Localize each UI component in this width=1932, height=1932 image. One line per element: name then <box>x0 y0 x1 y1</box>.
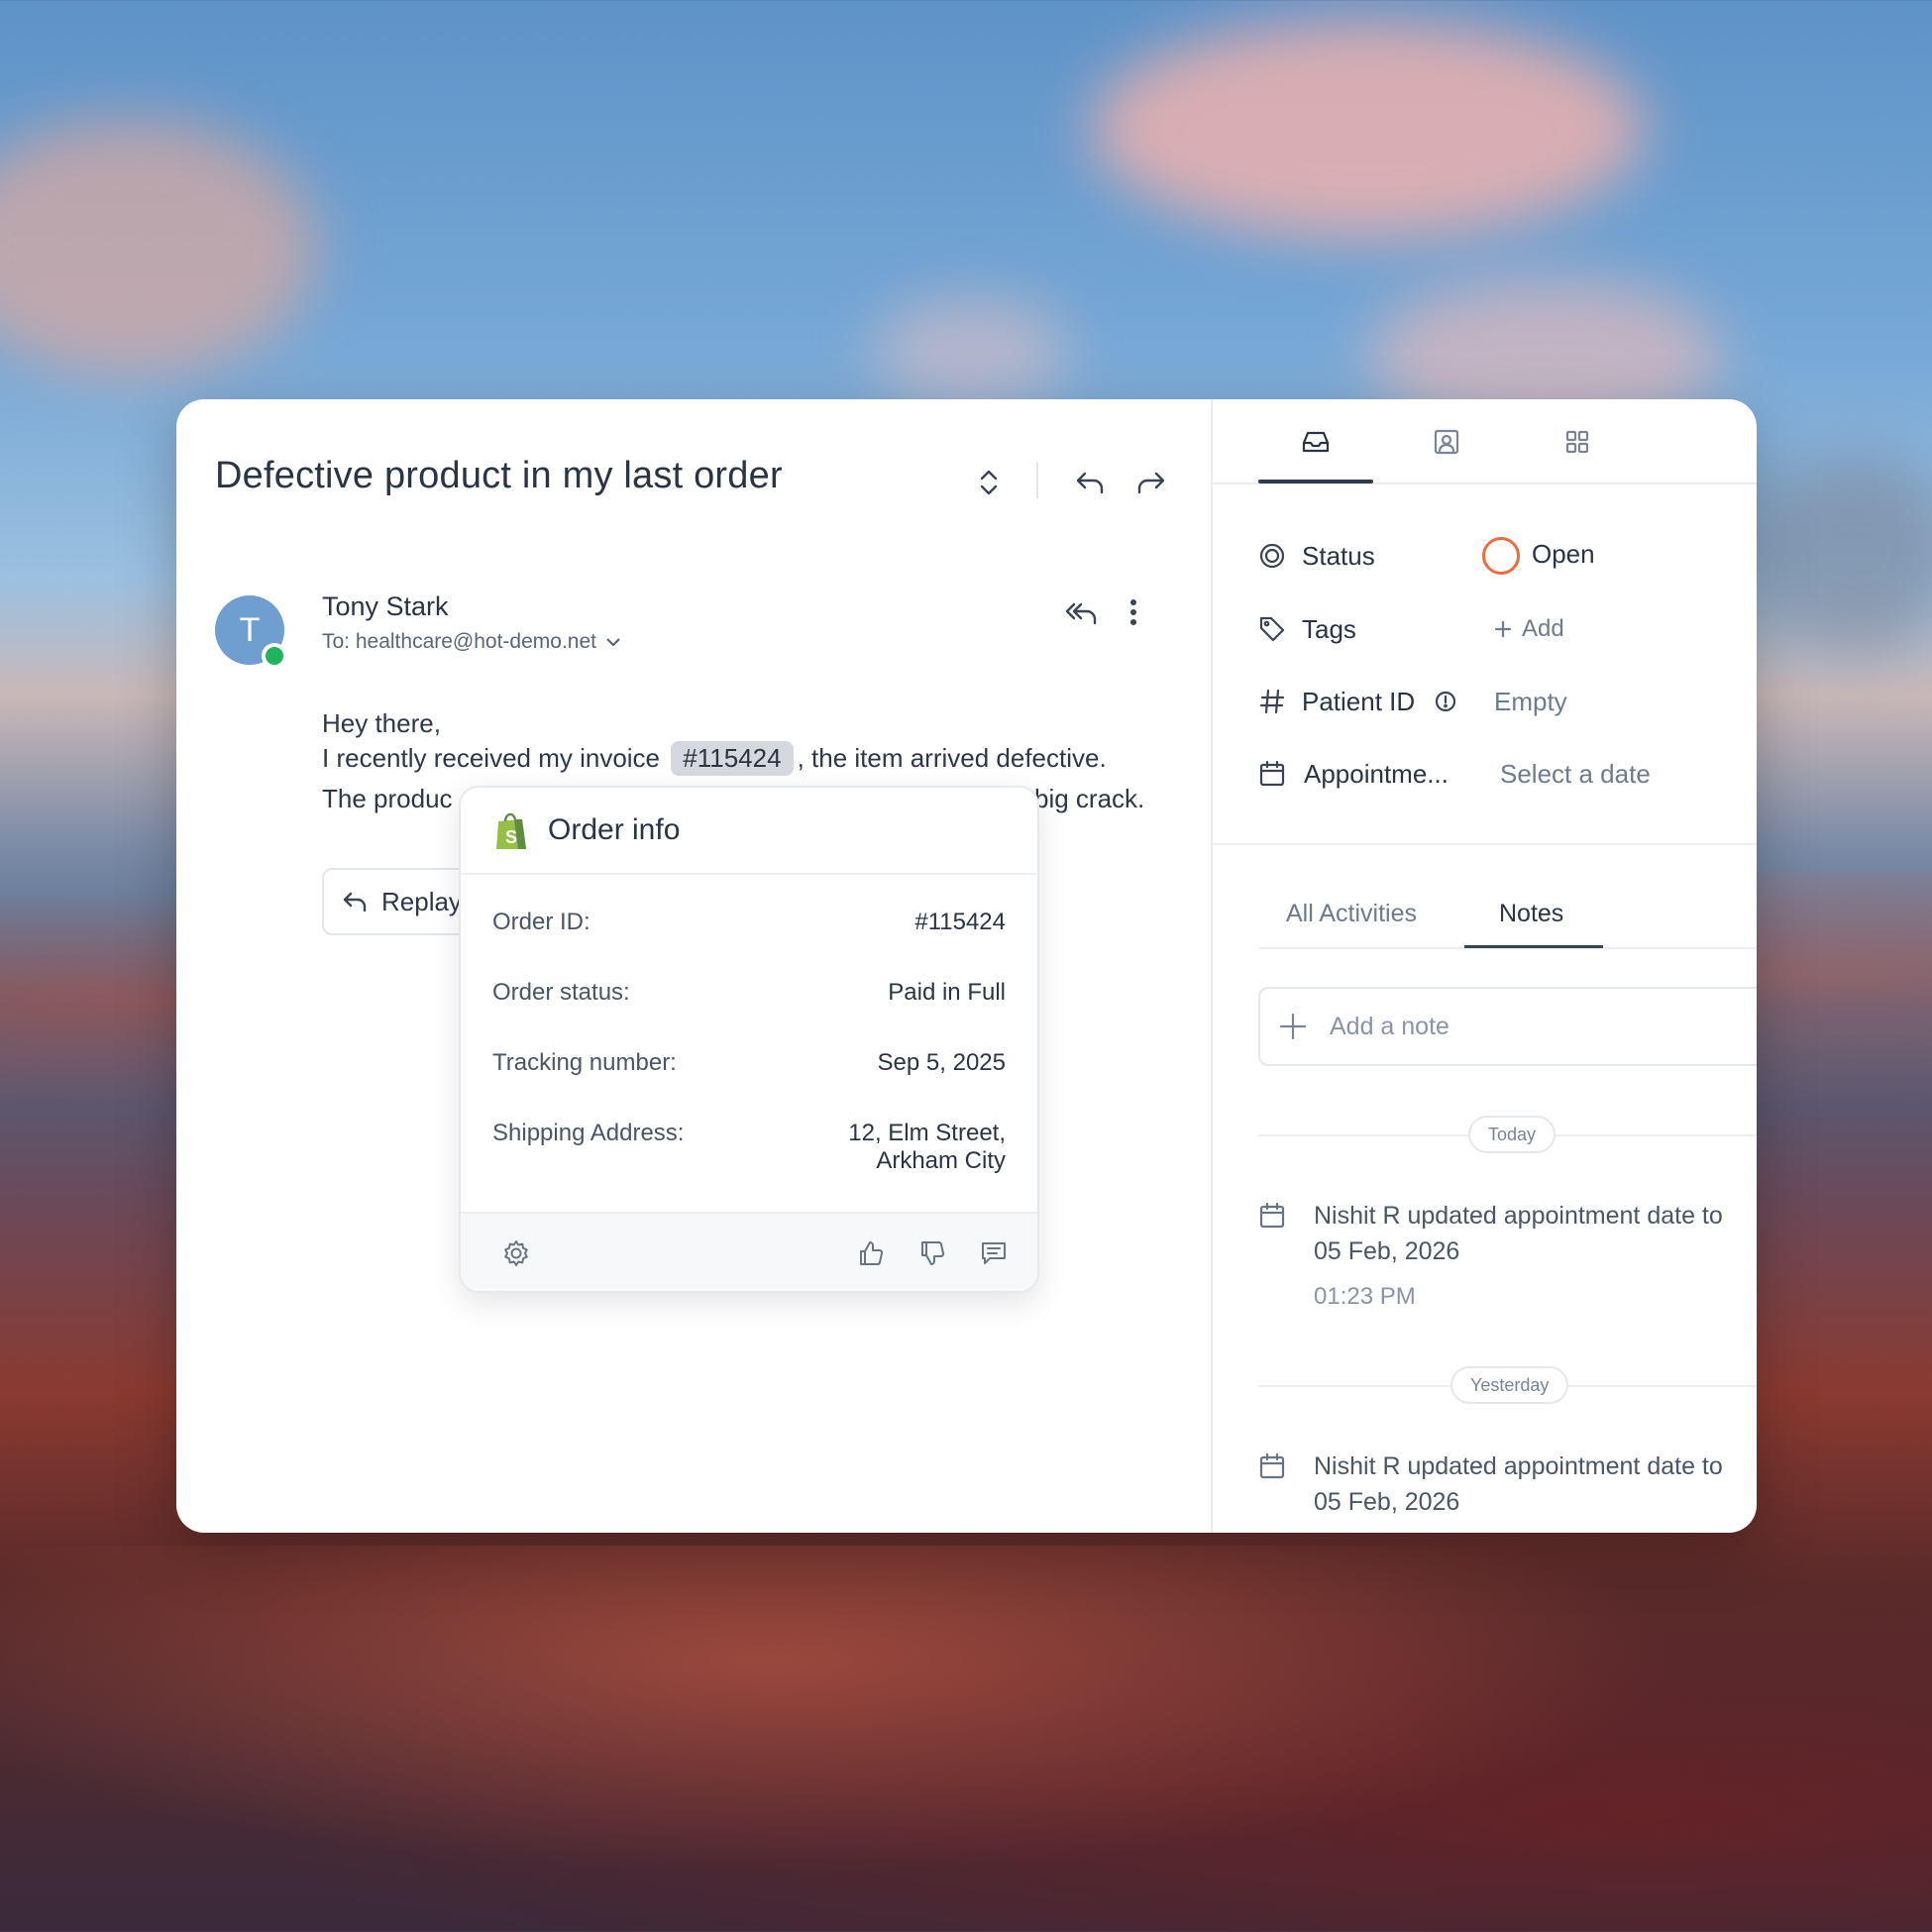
popup-footer <box>461 1212 1037 1291</box>
activity-line-1: Nishit R updated appointment date to <box>1314 1452 1723 1480</box>
inbox-icon <box>1302 431 1330 453</box>
grid-icon <box>1565 430 1589 454</box>
forward-icon[interactable] <box>1127 459 1175 506</box>
active-tab-indicator <box>1258 480 1373 483</box>
replay-button[interactable]: Replay <box>322 868 481 935</box>
patient-id-label: Patient ID <box>1302 686 1416 716</box>
address-line-2: Arkham City <box>876 1147 1006 1174</box>
activity-item: Nishit R updated appointment date to 05 … <box>1258 1449 1757 1528</box>
hash-icon <box>1259 689 1285 714</box>
activity-item: Nishit R updated appointment date to 05 … <box>1258 1198 1757 1317</box>
yesterday-badge: Yesterday <box>1450 1366 1569 1404</box>
popup-title: Order info <box>548 813 681 846</box>
header-divider <box>1036 463 1038 498</box>
reply-icon <box>343 892 367 912</box>
shipping-address-row: Shipping Address: 12, Elm Street, Arkham… <box>492 1120 1006 1175</box>
activity-line-1: Nishit R updated appointment date to <box>1314 1202 1723 1230</box>
online-status-dot <box>262 643 287 669</box>
add-note-input[interactable]: Add a note <box>1258 987 1757 1066</box>
add-tag-label: Add <box>1522 615 1564 642</box>
order-status-label: Order status: <box>492 979 630 1006</box>
recipient-text: To: healthcare@hot-demo.net <box>322 630 596 653</box>
expand-collapse-icon[interactable] <box>967 461 1011 504</box>
order-status-value: Paid in Full <box>888 979 1006 1006</box>
reply-all-icon[interactable] <box>1056 588 1106 637</box>
message-text: , the item arrived defective. <box>797 743 1107 773</box>
order-id-label: Order ID: <box>492 909 590 935</box>
replay-label: Replay <box>381 886 462 916</box>
message-text: I recently received my invoice <box>322 743 661 773</box>
more-options-icon[interactable] <box>1114 588 1153 637</box>
patient-id-row: Patient ID Empty <box>1258 680 1757 723</box>
order-info-popup: S Order info Order ID: #115424 Order sta… <box>459 786 1039 1293</box>
svg-text:S: S <box>505 827 517 847</box>
order-id-value: #115424 <box>914 909 1006 935</box>
shipping-address-value: 12, Elm Street, Arkham City <box>848 1120 1006 1175</box>
status-row: Status Open <box>1258 534 1757 578</box>
add-tag-button[interactable]: Add <box>1494 615 1564 643</box>
tracking-number-row: Tracking number: Sep 5, 2025 <box>492 1049 1006 1077</box>
recipient-line[interactable]: To: healthcare@hot-demo.net <box>322 630 622 654</box>
tags-label: Tags <box>1302 613 1356 644</box>
shopify-bag-icon: S <box>496 812 526 849</box>
thumbs-up-icon[interactable] <box>849 1232 893 1275</box>
conversation-title: Defective product in my last order <box>215 455 783 496</box>
status-open-icon <box>1482 537 1520 575</box>
chevron-down-icon <box>606 638 620 647</box>
address-line-1: 12, Elm Street, <box>848 1120 1006 1146</box>
reply-icon[interactable] <box>1066 459 1114 506</box>
ticket-window: Defective product in my last order T Ton… <box>176 399 1757 1533</box>
shipping-address-label: Shipping Address: <box>492 1120 685 1146</box>
active-activity-tab-indicator <box>1464 945 1603 948</box>
plus-icon <box>1494 620 1512 638</box>
status-target-icon <box>1259 543 1285 569</box>
today-badge: Today <box>1468 1116 1556 1153</box>
tag-icon <box>1259 616 1285 642</box>
activity-line-2: 05 Feb, 2026 <box>1314 1488 1460 1516</box>
sender-name: Tony Stark <box>322 591 449 621</box>
order-status-row: Order status: Paid in Full <box>492 979 1006 1007</box>
calendar-icon <box>1259 760 1285 787</box>
tab-notes[interactable]: Notes <box>1499 900 1563 928</box>
message-line-1: Hey there, <box>322 708 441 738</box>
status-value-text: Open <box>1532 538 1595 569</box>
popup-header: S Order info <box>461 788 1037 875</box>
calendar-icon <box>1259 1452 1285 1479</box>
details-pane: Status Open Tags Add Patient ID Empty Ap… <box>1213 399 1757 1533</box>
patient-id-value[interactable]: Empty <box>1494 687 1567 717</box>
contact-card-icon <box>1434 429 1459 455</box>
settings-gear-icon[interactable] <box>494 1232 538 1275</box>
tab-apps[interactable] <box>1520 415 1635 469</box>
message-line-3-end: big crack. <box>1034 784 1145 813</box>
tab-all-activities[interactable]: All Activities <box>1286 900 1417 928</box>
info-alert-icon <box>1436 691 1456 712</box>
activity-line-2: 05 Feb, 2026 <box>1314 1237 1460 1265</box>
appointment-row: Appointme... Select a date <box>1258 752 1757 796</box>
status-value[interactable]: Open <box>1482 537 1595 575</box>
tab-inbox[interactable] <box>1258 415 1373 469</box>
activity-time: 01:23 PM <box>1314 1283 1416 1310</box>
comment-icon[interactable] <box>972 1232 1016 1275</box>
message-line-2: I recently received my invoice #115424, … <box>322 741 1107 776</box>
tab-contact[interactable] <box>1389 415 1504 469</box>
order-id-row: Order ID: #115424 <box>492 909 1006 936</box>
add-note-placeholder: Add a note <box>1330 1012 1449 1040</box>
thumbs-down-icon[interactable] <box>911 1232 954 1275</box>
status-label: Status <box>1302 540 1375 571</box>
tracking-number-label: Tracking number: <box>492 1049 677 1076</box>
appointment-label: Appointme... <box>1304 758 1449 789</box>
plus-icon <box>1279 1013 1307 1040</box>
calendar-icon <box>1259 1202 1285 1229</box>
invoice-chip[interactable]: #115424 <box>671 741 794 776</box>
activity-text: Nishit R updated appointment date to 05 … <box>1314 1198 1757 1269</box>
tags-row: Tags Add <box>1258 607 1757 651</box>
activity-text: Nishit R updated appointment date to 05 … <box>1314 1449 1757 1520</box>
message-line-3-start: The produc <box>322 784 453 813</box>
conversation-pane: Defective product in my last order T Ton… <box>176 399 1211 1533</box>
appointment-date-picker[interactable]: Select a date <box>1500 759 1651 790</box>
tracking-number-value: Sep 5, 2025 <box>877 1049 1006 1076</box>
section-divider <box>1213 843 1757 845</box>
